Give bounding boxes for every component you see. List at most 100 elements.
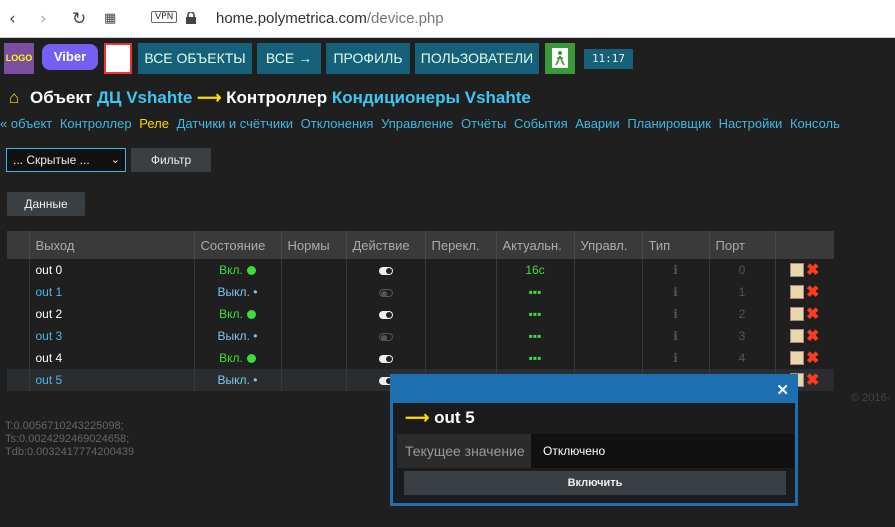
subnav-settings[interactable]: Настройки — [719, 116, 783, 131]
copyright: © 2016- — [851, 392, 891, 404]
col-norms[interactable]: Нормы — [280, 231, 346, 259]
close-icon[interactable]: ✕ — [776, 381, 789, 399]
table-row: out 1 Выкл. • ▪▪▪ ℹ 1 ✖ — [7, 281, 834, 303]
state-cell: Вкл. — [193, 347, 281, 369]
toggle-switch[interactable] — [378, 288, 393, 297]
data-button[interactable]: Данные — [7, 192, 85, 216]
clock: 11:17 — [584, 49, 633, 69]
popup-title: ⟶ out 5 — [405, 408, 475, 428]
info-icon[interactable]: ℹ — [641, 303, 709, 325]
row-actions: ✖ — [774, 281, 834, 303]
subnav-control[interactable]: Управление — [381, 116, 453, 131]
info-icon[interactable]: ℹ — [641, 325, 709, 347]
vpn-badge[interactable]: VPN — [151, 11, 178, 23]
viber-button[interactable]: Viber — [42, 44, 98, 70]
table-row: out 3 Выкл. • ▪▪▪ ℹ 3 ✖ — [7, 325, 834, 347]
object-label: Объект — [30, 88, 93, 107]
col-port[interactable]: Порт — [708, 231, 775, 259]
turn-on-button[interactable]: Включить — [404, 471, 786, 495]
subnav-alarms[interactable]: Аварии — [575, 116, 619, 131]
output-name[interactable]: out 5 — [28, 369, 194, 391]
actual-value: ▪▪▪ — [495, 325, 574, 347]
info-icon[interactable]: ℹ — [641, 347, 709, 369]
page-title: ⌂ Объект ДЦ Vshahte ⟶ Контроллер Кондици… — [9, 88, 531, 108]
subnav-controller[interactable]: Контроллер — [60, 116, 132, 131]
output-popup: ✕ ⟶ out 5 Текущее значение Отключено Вкл… — [390, 374, 798, 506]
col-control[interactable]: Управл. — [573, 231, 642, 259]
edit-icon[interactable] — [790, 263, 805, 277]
state-cell: Вкл. — [193, 259, 281, 281]
delete-icon[interactable]: ✖ — [806, 284, 819, 301]
apps-grid-icon[interactable]: ▦ — [104, 11, 116, 26]
col-type[interactable]: Тип — [641, 231, 709, 259]
all-next-button[interactable]: ВСЕ → — [257, 43, 321, 74]
timing-ts: Ts:0.0024292469024658; — [5, 433, 130, 445]
on-dot-icon — [246, 354, 256, 363]
row-actions: ✖ — [774, 259, 834, 281]
subnav-sensors[interactable]: Датчики и счётчики — [177, 116, 293, 131]
col-empty — [7, 231, 29, 259]
logo[interactable]: LOGO — [4, 43, 34, 74]
output-name[interactable]: out 3 — [28, 325, 194, 347]
port-value: 2 — [708, 303, 775, 325]
toggle-switch[interactable] — [378, 332, 393, 341]
hidden-filter-select[interactable]: ... Скрытые ... ⌄ — [6, 148, 126, 172]
edit-icon[interactable] — [790, 285, 805, 299]
address-bar[interactable]: home.polymetrica.com/device.php — [216, 10, 444, 27]
subnav-relay[interactable]: Реле — [139, 116, 169, 131]
back-icon[interactable]: ‹ — [9, 9, 16, 29]
all-objects-button[interactable]: ВСЕ ОБЪЕКТЫ — [138, 43, 252, 74]
current-value-label: Текущее значение — [397, 434, 531, 468]
edit-icon[interactable] — [790, 351, 805, 365]
toggle-switch[interactable] — [378, 266, 393, 275]
filter-button[interactable]: Фильтр — [131, 148, 211, 172]
delete-icon[interactable]: ✖ — [806, 328, 819, 345]
toggle-switch[interactable] — [378, 354, 393, 363]
reload-icon[interactable]: ↻ — [72, 9, 86, 29]
col-output[interactable]: Выход — [28, 231, 194, 259]
port-value: 0 — [708, 259, 775, 281]
current-value-row: Текущее значение Отключено — [397, 434, 794, 468]
controller-label: Контроллер — [226, 88, 328, 107]
controller-name-link[interactable]: Кондиционеры Vshahte — [332, 88, 531, 107]
subnav-reports[interactable]: Отчёты — [461, 116, 506, 131]
port-value: 1 — [708, 281, 775, 303]
delete-icon[interactable]: ✖ — [806, 350, 819, 367]
edit-icon[interactable] — [790, 307, 805, 321]
delete-icon[interactable]: ✖ — [806, 372, 819, 389]
output-name[interactable]: out 1 — [28, 281, 194, 303]
info-icon[interactable]: ℹ — [641, 281, 709, 303]
delete-icon[interactable]: ✖ — [806, 262, 819, 279]
users-button[interactable]: ПОЛЬЗОВАТЕЛИ — [415, 43, 539, 74]
toggle-switch[interactable] — [378, 310, 393, 319]
home-icon[interactable]: ⌂ — [9, 88, 19, 107]
col-switch[interactable]: Перекл. — [424, 231, 496, 259]
col-action[interactable]: Действие — [345, 231, 425, 259]
actual-value: ▪▪▪ — [495, 347, 574, 369]
relay-table: Выход Состояние Нормы Действие Перекл. А… — [7, 231, 834, 391]
output-name[interactable]: out 4 — [28, 347, 194, 369]
subnav-events[interactable]: События — [514, 116, 568, 131]
subnav-back-object[interactable]: « объект — [0, 116, 52, 131]
subnav-console[interactable]: Консоль — [790, 116, 840, 131]
col-state[interactable]: Состояние — [193, 231, 281, 259]
select-value: ... Скрытые ... — [13, 153, 90, 167]
state-text: Вкл. — [219, 307, 243, 321]
lock-icon[interactable] — [186, 12, 196, 24]
output-name[interactable]: out 0 — [28, 259, 194, 281]
forward-icon[interactable]: › — [40, 9, 47, 29]
object-name-link[interactable]: ДЦ Vshahte — [97, 88, 192, 107]
record-icon[interactable] — [104, 43, 132, 74]
col-actual[interactable]: Актуальн. — [495, 231, 574, 259]
subnav-scheduler[interactable]: Планировщик — [627, 116, 711, 131]
subnav-deviations[interactable]: Отклонения — [301, 116, 374, 131]
info-icon[interactable]: ℹ — [641, 259, 709, 281]
exit-icon[interactable] — [545, 43, 575, 74]
output-name[interactable]: out 2 — [28, 303, 194, 325]
current-value: Отключено — [543, 444, 606, 458]
edit-icon[interactable] — [790, 329, 805, 343]
delete-icon[interactable]: ✖ — [806, 306, 819, 323]
state-text: Выкл. • — [193, 325, 281, 347]
profile-button[interactable]: ПРОФИЛЬ — [326, 43, 410, 74]
on-dot-icon — [246, 310, 256, 319]
